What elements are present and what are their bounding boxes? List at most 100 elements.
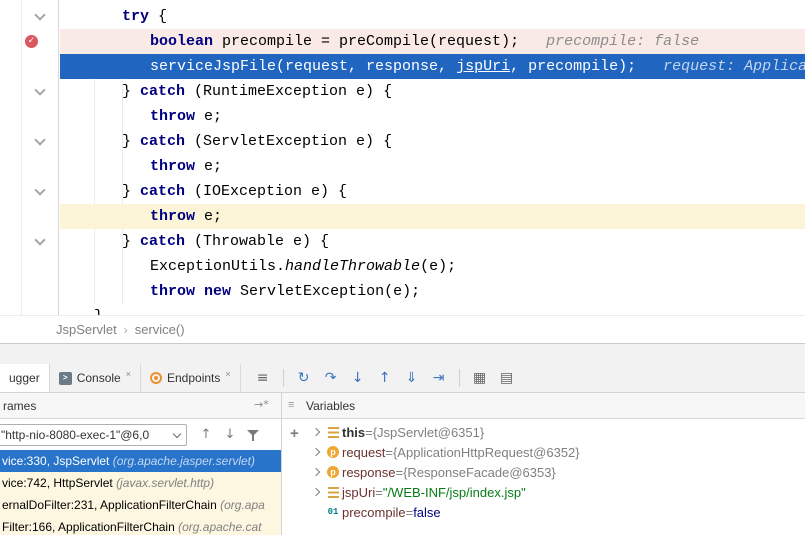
show-execution-point-icon[interactable]: ↻ — [294, 370, 314, 386]
fold-marker-icon[interactable] — [34, 84, 45, 95]
code-editor: ✓ try {boolean precompile = preCompile(r… — [0, 0, 805, 315]
code-line[interactable]: try { — [60, 4, 805, 29]
run-to-cursor-icon[interactable]: ⇥ — [429, 370, 449, 386]
debug-toolwindow-header — [0, 343, 805, 364]
code-line[interactable]: } catch (Throwable e) { — [60, 229, 805, 254]
variables-panel: + this = {JspServlet@6351}prequest = {Ap… — [282, 419, 805, 535]
filter-frames-icon[interactable] — [247, 429, 259, 441]
editor-left-strip — [0, 0, 22, 315]
next-frame-icon[interactable]: ↓ — [223, 427, 237, 442]
code-token: serviceJspFile(request, response, — [150, 58, 456, 75]
code-line[interactable]: serviceJspFile(request, response, jspUri… — [60, 54, 805, 79]
frames-panel-title: rames — [3, 399, 36, 413]
variables-tree: this = {JspServlet@6351}prequest = {Appl… — [308, 422, 805, 522]
editor-gutter[interactable]: ✓ — [22, 0, 59, 315]
tab-endpoints[interactable]: Endpoints × — [141, 364, 241, 392]
code-token: (IOException e) { — [185, 183, 347, 200]
equals-sign: = — [395, 465, 403, 480]
code-token: jspUri — [456, 58, 510, 75]
breadcrumb-separator-icon: › — [124, 323, 128, 337]
step-toolbar: ≡ ↻ ↷ ↓ ↑ ⇓ ⇥ ▦ ▤ — [241, 364, 517, 392]
code-token: (e); — [420, 258, 456, 275]
code-token: e; — [195, 208, 222, 225]
breadcrumb-item-method[interactable]: service() — [135, 322, 185, 337]
frame-location: Filter:166, ApplicationFilterChain — [2, 520, 178, 534]
frame-row[interactable]: ernalDoFilter:231, ApplicationFilterChai… — [0, 494, 281, 516]
code-token: , precompile); — [510, 58, 645, 75]
code-token — [195, 283, 204, 300]
ide-debug-screen: ✓ try {boolean precompile = preCompile(r… — [0, 0, 805, 535]
variable-row[interactable]: jspUri = "/WEB-INF/jsp/index.jsp" — [308, 482, 805, 502]
variable-row[interactable]: this = {JspServlet@6351} — [308, 422, 805, 442]
code-line[interactable]: boolean precompile = preCompile(request)… — [60, 29, 805, 54]
code-line[interactable]: } catch (RuntimeException e) { — [60, 79, 805, 104]
step-out-icon[interactable]: ↑ — [375, 370, 395, 386]
code-token: catch — [140, 233, 185, 250]
breakpoint-icon[interactable]: ✓ — [25, 35, 38, 48]
frame-row[interactable]: vice:330, JspServlet (org.apache.jasper.… — [0, 450, 281, 472]
frame-package: (org.apache.jasper.servlet) — [113, 454, 255, 468]
code-line[interactable]: } catch (ServletException e) { — [60, 129, 805, 154]
code-token: request: ApplicationHttpRe — [645, 58, 805, 75]
expand-chevron-icon[interactable] — [308, 429, 324, 435]
frame-location: vice:742, HttpServlet — [2, 476, 116, 490]
variable-row[interactable]: presponse = {ResponseFacade@6353} — [308, 462, 805, 482]
code-line[interactable]: throw new ServletException(e); — [60, 279, 805, 304]
add-watch-button[interactable]: + — [290, 427, 299, 441]
code-token: catch — [140, 183, 185, 200]
thread-dropdown-value: "http-nio-8080-exec-1"@6,0 — [1, 428, 149, 442]
step-into-icon[interactable]: ↓ — [348, 370, 368, 386]
variables-header-menu-icon[interactable]: ≡ — [288, 399, 294, 411]
code-token: } — [122, 83, 140, 100]
code-token: catch — [140, 83, 185, 100]
code-token: handleThrowable — [285, 258, 420, 275]
local-variable-icon — [324, 487, 342, 498]
frame-row[interactable]: Filter:166, ApplicationFilterChain (org.… — [0, 516, 281, 535]
layout-settings-icon[interactable]: ▤ — [497, 370, 517, 386]
tab-debugger[interactable]: ugger — [0, 364, 50, 392]
local-variable-icon — [328, 487, 339, 498]
force-step-into-icon[interactable]: ⇓ — [402, 370, 422, 386]
variable-row[interactable]: prequest = {ApplicationHttpRequest@6352} — [308, 442, 805, 462]
fold-marker-icon[interactable] — [34, 234, 45, 245]
breadcrumb-item-class[interactable]: JspServlet — [56, 322, 117, 337]
expand-chevron-icon[interactable] — [308, 489, 324, 495]
view-breakpoints-icon[interactable]: ▦ — [470, 370, 490, 386]
expand-chevron-icon[interactable] — [308, 449, 324, 455]
code-token: throw — [150, 208, 195, 225]
fold-marker-icon[interactable] — [34, 134, 45, 145]
tab-close-icon[interactable]: × — [126, 369, 131, 379]
code-token: e; — [195, 158, 222, 175]
thread-dropdown[interactable]: "http-nio-8080-exec-1"@6,0 — [0, 424, 187, 446]
code-token: precompile = preCompile(request); — [213, 33, 528, 50]
code-line[interactable]: throw e; — [60, 204, 805, 229]
fold-marker-icon[interactable] — [34, 9, 45, 20]
frames-header-options-icon[interactable]: →* — [254, 398, 269, 411]
step-over-icon[interactable]: ↷ — [321, 370, 341, 386]
variables-panel-title: Variables — [306, 399, 355, 413]
equals-sign: = — [375, 485, 383, 500]
code-area: try {boolean precompile = preCompile(req… — [60, 0, 805, 315]
code-token: (RuntimeException e) { — [185, 83, 392, 100]
code-line[interactable]: ExceptionUtils.handleThrowable(e); — [60, 254, 805, 279]
fold-marker-icon[interactable] — [34, 184, 45, 195]
parameter-icon: p — [324, 466, 342, 478]
expand-chevron-icon[interactable] — [308, 469, 324, 475]
previous-frame-icon[interactable]: ↑ — [199, 427, 213, 442]
frame-package: (org.apache.cat — [178, 520, 261, 534]
tab-console[interactable]: > Console × — [50, 364, 141, 392]
code-line[interactable]: } catch (IOException e) { — [60, 179, 805, 204]
code-line[interactable]: throw e; — [60, 154, 805, 179]
tab-close-icon[interactable]: × — [225, 369, 230, 379]
variable-row[interactable]: 01precompile = false — [308, 502, 805, 522]
parameter-icon: p — [327, 446, 339, 458]
code-line[interactable]: throw e; — [60, 104, 805, 129]
code-token: (Throwable e) { — [185, 233, 329, 250]
code-token: } — [122, 233, 140, 250]
frame-location: vice:330, JspServlet — [2, 454, 113, 468]
frame-row[interactable]: vice:742, HttpServlet (javax.servlet.htt… — [0, 472, 281, 494]
variable-name: response — [342, 465, 395, 480]
tool-menu-icon[interactable]: ≡ — [253, 370, 273, 386]
code-token: } — [122, 133, 140, 150]
variable-value: {JspServlet@6351} — [373, 425, 485, 440]
